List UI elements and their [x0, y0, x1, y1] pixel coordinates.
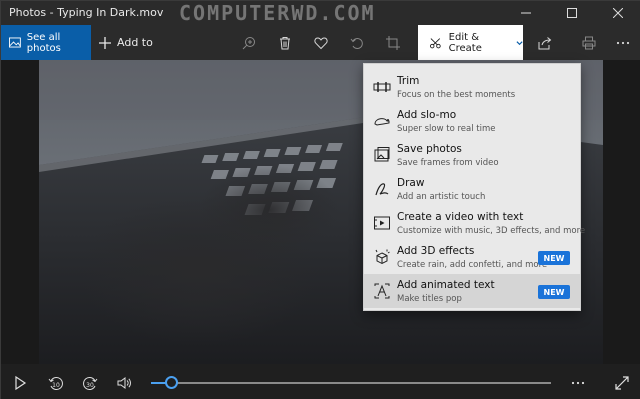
letterbox-left [1, 60, 39, 364]
rewind-10-button[interactable]: 10 [47, 374, 65, 392]
new-badge: NEW [538, 285, 570, 299]
seek-thumb[interactable] [165, 376, 178, 389]
menu-item-subtitle: Add an artistic touch [397, 192, 486, 202]
watermark: COMPUTERWD.COM [179, 1, 376, 25]
favorite-button[interactable] [311, 33, 331, 53]
animated-text-icon [373, 282, 391, 300]
edit-create-label: Edit & Create [448, 31, 482, 54]
menu-item-slo-mo[interactable]: Add slo-mo Super slow to real time [364, 104, 580, 138]
playback-controls: 10 30 [1, 364, 640, 399]
share-icon [538, 37, 552, 50]
rewind-seconds-label: 10 [52, 382, 60, 389]
menu-item-title: Create a video with text [397, 211, 524, 223]
menu-item-subtitle: Create rain, add confetti, and more [397, 260, 548, 270]
crop-icon [386, 36, 400, 50]
menu-item-subtitle: Focus on the best moments [397, 90, 516, 100]
forward-30-button[interactable]: 30 [81, 374, 99, 392]
print-button[interactable] [579, 33, 599, 53]
edit-create-icon [430, 37, 441, 48]
menu-item-title: Add slo-mo [397, 109, 457, 121]
printer-icon [582, 36, 596, 50]
rewind-icon: 10 [48, 377, 63, 390]
menu-item-title: Trim [397, 75, 420, 87]
maximize-icon [567, 8, 577, 18]
menu-item-subtitle: Super slow to real time [397, 124, 496, 134]
plus-icon [99, 36, 111, 49]
close-icon [613, 8, 623, 18]
menu-item-title: Draw [397, 177, 425, 189]
edit-create-menu: Trim Focus on the best moments Add slo-m… [363, 63, 585, 311]
zoom-button[interactable] [239, 33, 259, 53]
menu-item-subtitle: Customize with music, 3D effects, and mo… [397, 226, 586, 236]
toolbar: See all photos Add to Edit & Create [1, 25, 640, 60]
menu-item-subtitle: Save frames from video [397, 158, 499, 168]
menu-item-3d-effects[interactable]: Add 3D effects Create rain, add confetti… [364, 240, 580, 274]
maximize-button[interactable] [549, 1, 595, 25]
close-button[interactable] [595, 1, 640, 25]
edit-create-button[interactable]: Edit & Create [418, 25, 523, 60]
volume-button[interactable] [115, 374, 133, 392]
photos-icon [9, 37, 21, 48]
menu-item-save-photos[interactable]: Save photos Save frames from video [364, 138, 580, 172]
more-icon [616, 41, 630, 45]
play-icon [15, 375, 27, 391]
trash-icon [280, 37, 290, 50]
menu-item-title: Save photos [397, 143, 462, 155]
chevron-down-icon [516, 40, 523, 45]
slomo-icon [373, 112, 391, 130]
save-photos-icon [373, 146, 391, 164]
menu-item-animated-text[interactable]: Add animated text Make titles pop NEW [364, 274, 580, 308]
forward-seconds-label: 30 [86, 382, 94, 389]
share-button[interactable] [535, 33, 555, 53]
fullscreen-button[interactable] [613, 374, 631, 392]
more-options-button[interactable] [613, 33, 633, 53]
play-button[interactable] [11, 374, 29, 392]
menu-item-trim[interactable]: Trim Focus on the best moments [364, 70, 580, 104]
menu-item-title: Add 3D effects [397, 245, 475, 257]
see-all-photos-button[interactable]: See all photos [1, 25, 91, 60]
seek-bar[interactable] [151, 382, 551, 384]
photos-window: Photos - Typing In Dark.mov COMPUTERWD.C… [0, 0, 640, 399]
menu-item-title: Add animated text [397, 279, 495, 291]
3d-effects-icon [373, 248, 391, 266]
draw-icon [373, 180, 391, 198]
trim-icon [373, 78, 391, 96]
rotate-button[interactable] [347, 33, 367, 53]
zoom-icon [242, 37, 255, 50]
menu-item-subtitle: Make titles pop [397, 294, 462, 304]
menu-item-draw[interactable]: Draw Add an artistic touch [364, 172, 580, 206]
video-text-icon [373, 214, 391, 232]
more-playback-options-button[interactable] [569, 374, 587, 392]
more-icon [571, 381, 585, 385]
new-badge: NEW [538, 251, 570, 265]
forward-icon: 30 [83, 377, 98, 390]
title-bar: Photos - Typing In Dark.mov COMPUTERWD.C… [1, 1, 640, 25]
add-to-button[interactable]: Add to [99, 25, 153, 60]
letterbox-right [603, 60, 640, 364]
minimize-icon [521, 12, 531, 14]
menu-item-video-with-text[interactable]: Create a video with text Customize with … [364, 206, 585, 240]
crop-button[interactable] [383, 33, 403, 53]
volume-icon [117, 377, 131, 389]
add-to-label: Add to [117, 36, 153, 49]
minimize-button[interactable] [503, 1, 549, 25]
window-title: Photos - Typing In Dark.mov [9, 6, 164, 19]
heart-icon [314, 37, 328, 50]
delete-button[interactable] [275, 33, 295, 53]
see-all-photos-label: See all photos [26, 31, 61, 54]
expand-icon [615, 376, 629, 390]
rotate-icon [350, 38, 363, 49]
